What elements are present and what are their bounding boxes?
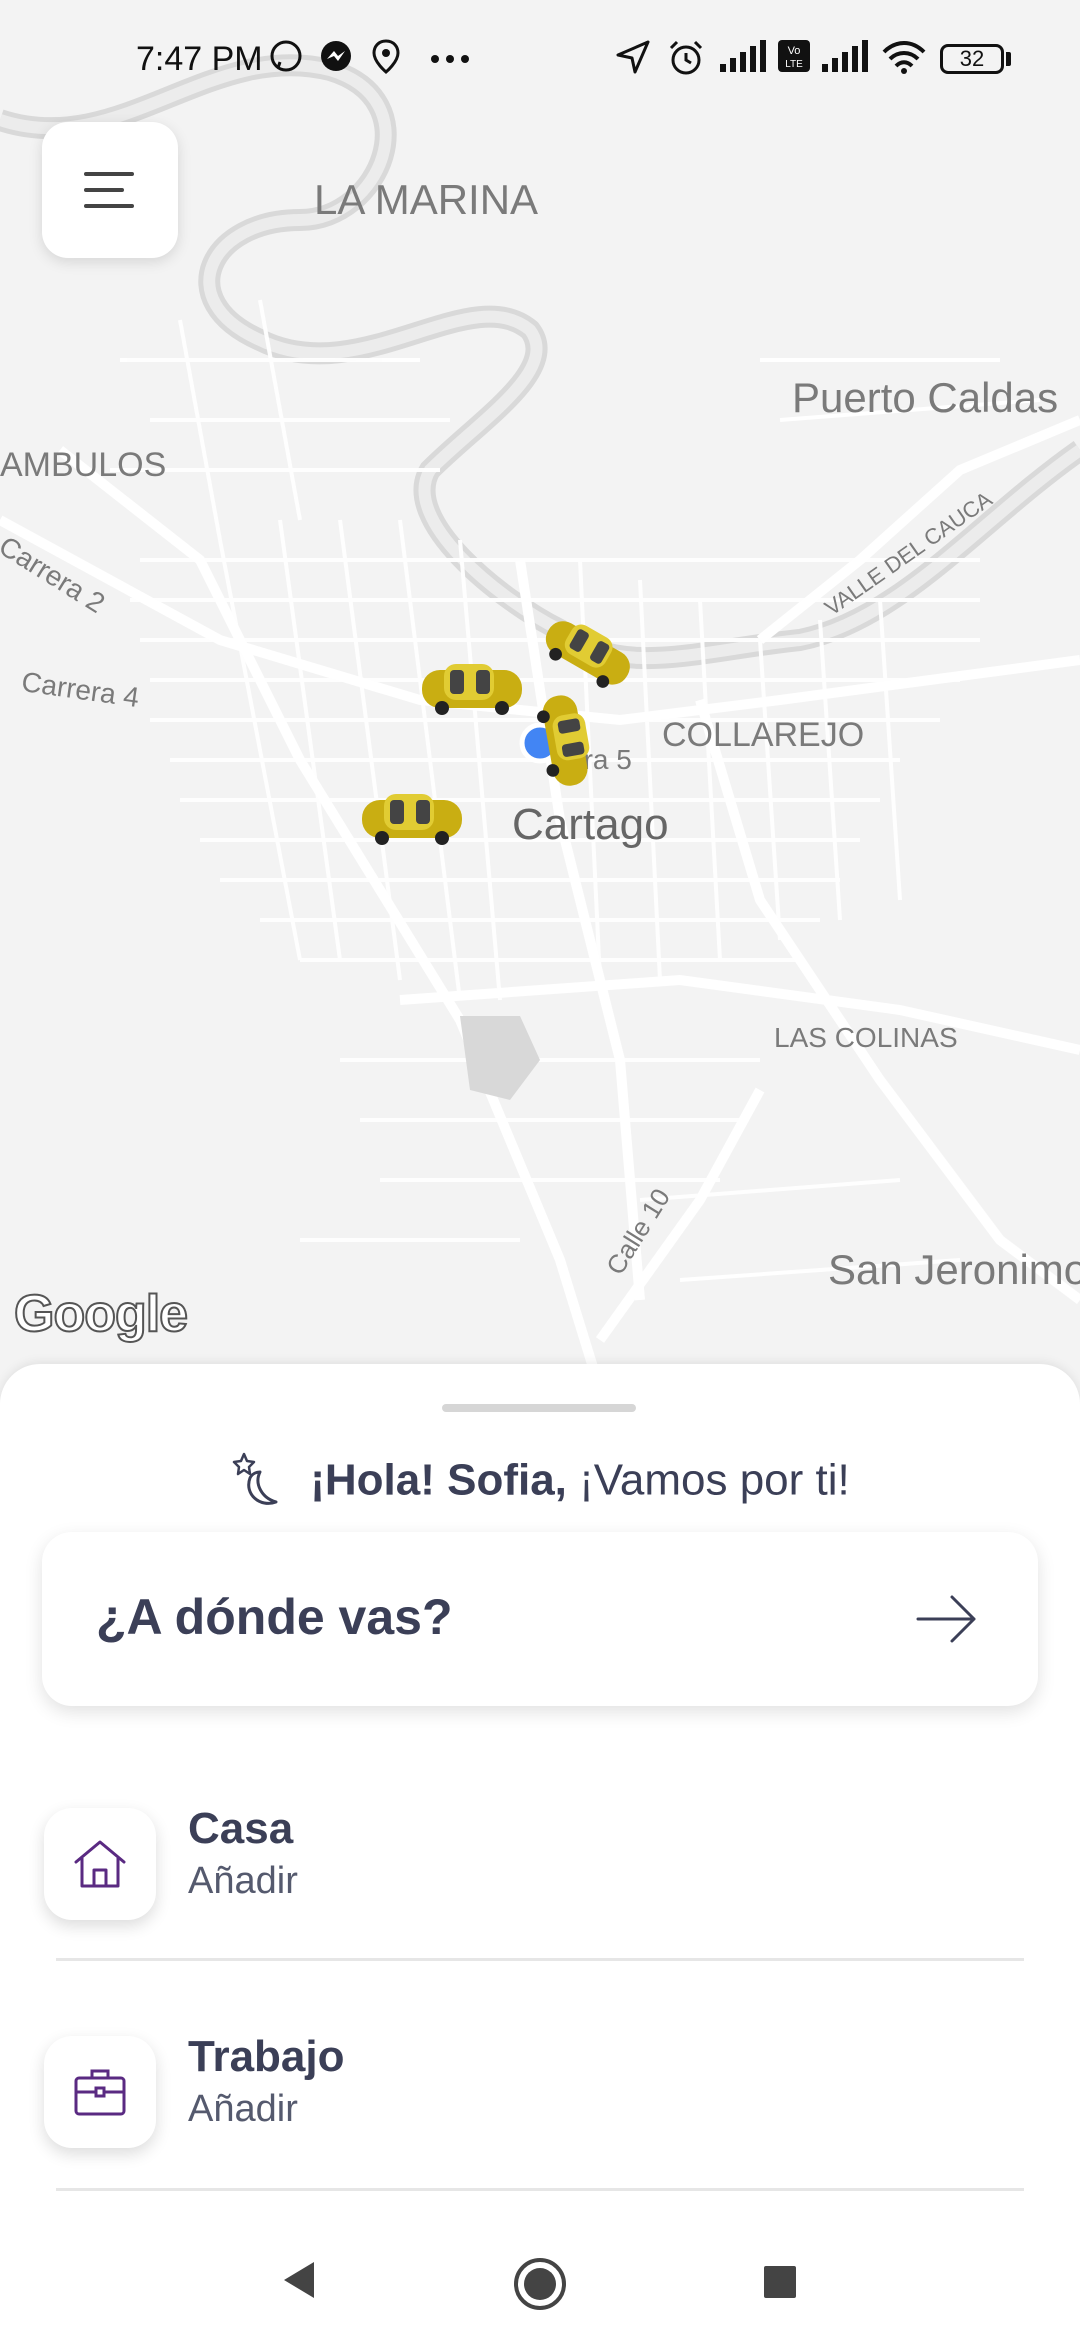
wifi-icon xyxy=(882,41,926,74)
battery-level: 32 xyxy=(959,46,985,71)
map-label-san-jeronimo: San Jeronimo xyxy=(828,1246,1080,1293)
taxi-car-icon xyxy=(362,794,462,845)
greeting-name: ¡Hola! Sofia, xyxy=(310,1455,567,1505)
arrow-right-icon xyxy=(916,1595,976,1643)
location-pin-icon xyxy=(372,39,400,74)
messenger-icon xyxy=(321,41,351,71)
map-label-collarejo: COLLAREJO xyxy=(662,716,865,754)
map-label-ambulos: AMBULOS xyxy=(0,446,167,484)
home-button-icon[interactable] xyxy=(512,2256,568,2312)
briefcase-icon xyxy=(74,2069,126,2116)
svg-text:Vo: Vo xyxy=(788,45,801,57)
sheet-drag-handle[interactable] xyxy=(442,1404,636,1412)
bottom-sheet: ¡Hola! Sofia, ¡Vamos por ti! ¿A dónde va… xyxy=(0,1364,1080,2340)
home-icon xyxy=(74,1840,126,1888)
moon-stars-icon xyxy=(232,1452,278,1505)
menu-button[interactable] xyxy=(42,122,178,258)
divider xyxy=(56,2188,1024,2191)
menu-line xyxy=(84,172,134,176)
menu-line xyxy=(84,188,124,192)
home-icon-box xyxy=(44,1808,156,1920)
signal-icon xyxy=(822,40,868,72)
taxi-car-icon xyxy=(422,664,522,715)
divider xyxy=(56,1958,1024,1961)
volte-icon: Vo LTE xyxy=(778,40,810,72)
svg-text:LTE: LTE xyxy=(785,59,803,70)
whatsapp-icon xyxy=(270,40,302,72)
menu-line xyxy=(84,204,134,208)
map-label-la-marina: LA MARINA xyxy=(314,176,539,223)
navigation-icon xyxy=(616,40,650,74)
system-nav-bar xyxy=(0,2220,1080,2340)
battery-tip xyxy=(1006,52,1011,66)
back-icon[interactable] xyxy=(276,2256,320,2304)
map-label-cartago: Cartago xyxy=(512,800,669,849)
place-subtitle: Añadir xyxy=(188,2088,298,2130)
destination-search-card[interactable]: ¿A dónde vas? xyxy=(42,1532,1038,1706)
status-time: 7:47 PM xyxy=(136,40,263,78)
place-item-work[interactable]: Trabajo Añadir xyxy=(0,2016,1080,2216)
google-attribution: Google xyxy=(13,1284,189,1344)
map-label-puerto-caldas: Puerto Caldas xyxy=(792,374,1059,421)
recents-icon[interactable] xyxy=(760,2262,800,2302)
greeting-message: ¡Vamos por ti! xyxy=(566,1455,850,1505)
destination-prompt: ¿A dónde vas? xyxy=(96,1589,453,1645)
place-subtitle: Añadir xyxy=(188,1860,298,1902)
more-icon xyxy=(431,55,469,63)
alarm-icon xyxy=(669,40,703,75)
briefcase-icon-box xyxy=(44,2036,156,2148)
status-bar: 7:47 PM Vo LTE 32 xyxy=(0,0,1080,120)
signal-icon xyxy=(720,40,766,72)
map-label-las-colinas: LAS COLINAS xyxy=(774,1022,958,1053)
place-title: Casa xyxy=(188,1804,294,1853)
place-title: Trabajo xyxy=(188,2032,345,2081)
greeting: ¡Hola! Sofia, ¡Vamos por ti! xyxy=(0,1450,1080,1520)
battery-icon: 32 xyxy=(940,44,1004,74)
